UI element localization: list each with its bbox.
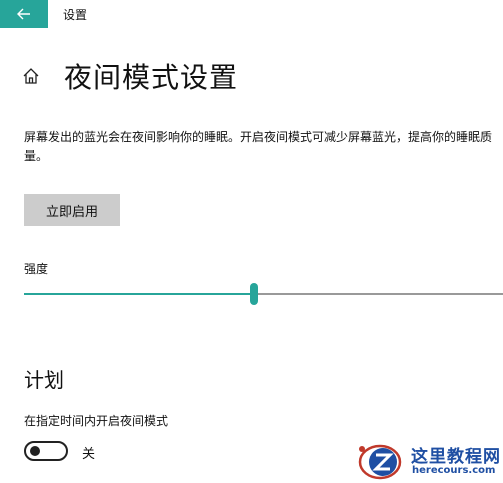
- app-title: 设置: [63, 8, 88, 22]
- watermark: 这里教程网 herecours.com: [356, 440, 503, 483]
- page-title: 夜间模式设置: [64, 61, 239, 94]
- back-button[interactable]: [0, 0, 48, 28]
- title-bar: 设置: [0, 0, 503, 28]
- watermark-logo-icon: [358, 444, 402, 480]
- slider-fill: [24, 293, 254, 295]
- watermark-text: 这里教程网: [411, 447, 501, 467]
- enable-now-button[interactable]: 立即启用: [24, 194, 120, 226]
- toggle-state-label: 关: [82, 447, 96, 462]
- toggle-knob: [30, 446, 40, 456]
- home-icon[interactable]: [20, 65, 42, 87]
- schedule-label: 在指定时间内开启夜间模式: [24, 414, 169, 428]
- page-header: 夜间模式设置: [20, 56, 238, 96]
- schedule-toggle[interactable]: [24, 441, 68, 461]
- strength-label: 强度: [24, 262, 49, 276]
- watermark-url: herecours.com: [412, 465, 496, 476]
- slider-thumb[interactable]: [250, 283, 258, 305]
- strength-slider[interactable]: [24, 283, 503, 305]
- schedule-heading: 计划: [24, 368, 64, 392]
- description-text: 屏幕发出的蓝光会在夜间影响你的睡眠。开启夜间模式可减少屏幕蓝光，提高你的睡眠质量…: [24, 130, 493, 163]
- arrow-left-icon: [17, 8, 30, 20]
